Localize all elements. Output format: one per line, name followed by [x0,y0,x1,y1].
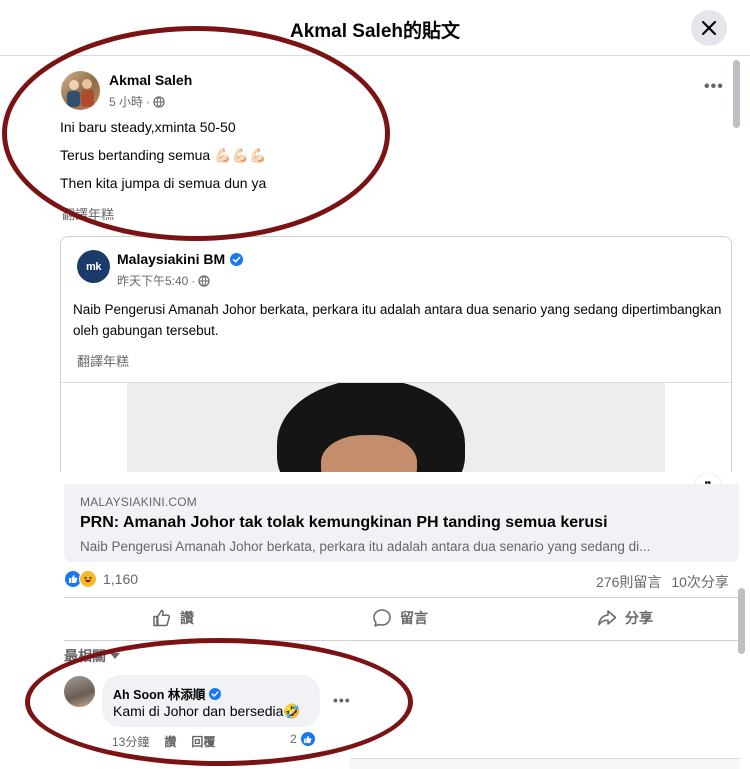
link-title[interactable]: PRN: Amanah Johor tak tolak kemungkinan … [80,514,608,532]
shared-source-name[interactable]: Malaysiakini BM [117,251,225,267]
shared-post-card[interactable]: mk Malaysiakini BM 昨天下午5:40 · Naib Penge… [60,236,732,472]
post-more-button[interactable]: ••• [704,78,724,96]
haha-icon [79,570,97,588]
like-icon [299,731,316,747]
comment-reaction-count: 2 [290,732,297,746]
see-translation-link[interactable]: 翻譯年糕 [77,351,129,370]
comment-reactions[interactable]: 2 [290,731,316,747]
close-button[interactable] [691,10,727,46]
logo-text: mk [86,260,101,273]
commenter: Ah Soon 林添順 [113,684,222,703]
see-translation-link[interactable]: 翻譯年糕 [62,204,114,223]
comment-like-button[interactable]: 讚 [164,733,176,750]
commenter-avatar[interactable] [64,676,95,707]
article-photo[interactable] [127,383,665,472]
post-text-line-2: Terus bertanding semua 💪🏻💪🏻💪🏻 [60,147,267,163]
post-text-line-3: Then kita jumpa di semua dun ya [60,175,267,191]
scrollbar-thumb[interactable] [733,60,740,128]
comment-bubble: Ah Soon 林添順 Kami di Johor dan bersedia🤣 [102,675,320,727]
link-domain: MALAYSIAKINI.COM [80,495,198,509]
share-label: 分享 [625,610,653,626]
shared-time[interactable]: 昨天下午5:40 [117,272,188,289]
dialog-header: Akmal Saleh的貼文 [0,0,750,56]
comment-count[interactable]: 276則留言 [596,572,661,592]
comment-label: 留言 [400,610,428,626]
author-avatar[interactable] [61,71,100,110]
link-preview[interactable]: MALAYSIAKINI.COM PRN: Amanah Johor tak t… [64,484,739,562]
engagement-stats: 276則留言 10次分享 [596,572,729,592]
thumbs-up-icon [153,609,171,627]
reaction-count: 1,160 [103,571,139,587]
share-arrow-icon [598,610,617,626]
comment-reply-button[interactable]: 回覆 [191,733,215,750]
comment-actions: 13分鐘 讚 回覆 [112,733,215,750]
comment-sort-dropdown[interactable]: 最相關 [64,646,120,666]
malaysiakini-logo[interactable]: mk [77,250,110,283]
scrollbar-thumb[interactable] [738,588,745,654]
action-bar: 讚 留言 分享 [64,597,739,641]
next-comment-edge [350,758,740,769]
verified-badge-icon [209,687,222,700]
post-meta: 5 小時 · [109,93,165,110]
post-text-line-1: Ini baru steady,xminta 50-50 [60,119,236,135]
sort-label-text: 最相關 [64,648,106,664]
share-count[interactable]: 10次分享 [671,572,729,592]
meta-separator: · [191,273,196,288]
comment-more-button[interactable]: ••• [333,692,351,708]
share-button[interactable]: 分享 [597,608,653,628]
post-time[interactable]: 5 小時 [109,93,143,110]
avatar-photo-icon [67,79,94,107]
comment-time[interactable]: 13分鐘 [112,733,149,750]
like-label: 讚 [180,610,194,626]
shared-post-text: Naib Pengerusi Amanah Johor berkata, per… [73,302,722,338]
shared-meta: 昨天下午5:40 · [117,272,210,289]
author-name[interactable]: Akmal Saleh [109,72,192,88]
comment-button[interactable]: 留言 [372,608,428,628]
globe-icon [198,274,210,287]
commenter-name[interactable]: Ah Soon 林添順 [113,684,205,703]
link-description: Naib Pengerusi Amanah Johor berkata, per… [80,539,651,554]
verified-badge-icon [230,252,244,266]
caret-down-icon [110,653,120,659]
dialog-title: Akmal Saleh的貼文 [290,21,460,42]
shared-source: Malaysiakini BM [117,251,244,267]
comment-text: Kami di Johor dan bersedia🤣 [113,703,301,719]
meta-separator: · [146,94,151,109]
globe-icon [153,95,165,108]
like-button[interactable]: 讚 [152,608,194,628]
comment-bubble-icon [373,609,391,627]
reaction-summary[interactable]: 1,160 [64,570,138,588]
close-icon [702,21,716,35]
